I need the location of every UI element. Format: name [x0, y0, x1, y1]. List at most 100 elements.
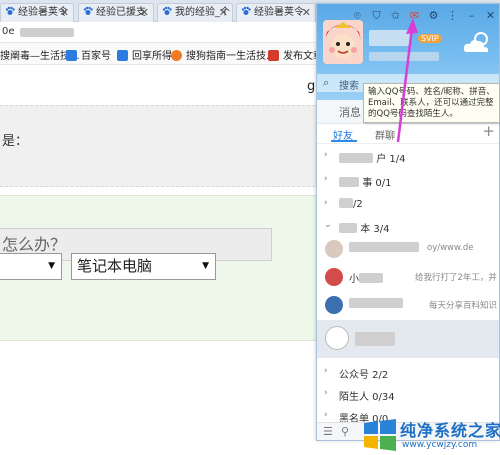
tab-label: 经验暑荚令	[254, 7, 304, 18]
watermark-url: www.ycwjzy.com	[402, 440, 478, 450]
friend-avatar	[325, 296, 343, 314]
watermark-title: 纯净系统之家	[400, 421, 500, 440]
group-name-redacted	[339, 223, 357, 233]
site-watermark: 纯净系统之家 www.ycwjzy.com	[360, 414, 500, 455]
contact-list: › 户 1/4 › 事 0/1 › /2 ⌄ 本 3/4 oy/www.de 小…	[317, 144, 499, 425]
more-icon[interactable]: ⋮	[446, 9, 459, 23]
group-count: 事 0/1	[362, 178, 392, 189]
tab-close-icon[interactable]: ✕	[60, 4, 69, 22]
friend-signature: 每天分享百科知识	[429, 301, 498, 311]
contacts-icon[interactable]: ⚲	[341, 425, 349, 438]
article-icon	[268, 50, 279, 61]
search-icon: ⌕	[323, 76, 330, 89]
group-count: 户 1/4	[376, 154, 406, 165]
mail-icon[interactable]: ✉	[408, 9, 421, 23]
browser-tab-3[interactable]: 我的经验_个 ✕	[157, 3, 233, 22]
search-placeholder: 搜索	[339, 81, 359, 92]
gray-band: 是：	[0, 105, 320, 187]
group-name-redacted	[339, 198, 353, 208]
add-icon[interactable]: +	[482, 122, 495, 140]
paw-icon	[117, 50, 128, 61]
chevron-right-icon: ›	[324, 150, 328, 160]
windows-logo-icon	[364, 419, 396, 451]
search-tooltip: 输入QQ号码、姓名/昵称、拼音、Email、联系人，还可以通过完整的QQ号码查找…	[363, 83, 500, 123]
heading-fragment: 是：	[2, 134, 29, 149]
avatar[interactable]	[323, 20, 363, 64]
nickname-redacted	[369, 30, 411, 46]
friend-name-redacted	[349, 298, 403, 308]
contact-group[interactable]: › 陌生人 0/34	[317, 384, 499, 404]
qq-main-panel: ⌾ ⛉ ✩ ✉ ⚙ ⋮ – ✕ SVIP ⌕ 搜索 消息 好友 群聊 + › 户…	[316, 3, 500, 441]
category-select-2[interactable]: 笔记本电脑 ▼	[71, 253, 216, 280]
friend-item[interactable]: 每天分享百科知识	[317, 292, 499, 320]
contact-group[interactable]: › 户 1/4	[317, 146, 499, 166]
tab-close-icon[interactable]: ✕	[219, 4, 228, 22]
group-count: /2	[353, 199, 363, 210]
bookmark-5[interactable]: 发布文章	[268, 47, 323, 62]
friend-avatar	[325, 268, 343, 286]
address-redacted	[20, 28, 74, 37]
sogou-icon	[171, 50, 182, 61]
friend-signature: oy/www.de	[427, 243, 474, 253]
browser-tab-1[interactable]: 经验暑荚令 ✕	[0, 3, 74, 22]
tab-label: 经验已援支	[96, 7, 146, 18]
address-text: 0e	[2, 26, 15, 37]
bookmark-3[interactable]: 回享所得	[117, 47, 172, 62]
group-name: 公众号 2/2	[339, 370, 389, 381]
contact-group[interactable]: › 事 0/1	[317, 170, 499, 190]
friend-avatar	[325, 240, 343, 258]
bookmark-2[interactable]: 百家号	[66, 47, 111, 62]
dropdown-arrow-icon: ▼	[202, 261, 209, 271]
friend-item[interactable]: 小 给我行打了2年工，并	[317, 264, 499, 292]
group-name: 陌生人 0/34	[339, 392, 395, 403]
chevron-down-icon: ⌄	[324, 220, 332, 230]
settings-icon[interactable]: ⚙	[427, 9, 440, 23]
browser-tab-2[interactable]: 经验已援支 ✕	[78, 3, 154, 22]
friend-signature: 给我行打了2年工，并	[415, 273, 497, 283]
friend-name-redacted	[349, 242, 419, 252]
friend-avatar	[325, 326, 349, 350]
star-icon[interactable]: ✩	[389, 9, 402, 23]
baidu-paw-icon	[5, 5, 15, 15]
contact-group[interactable]: › 公众号 2/2	[317, 362, 499, 382]
chevron-right-icon: ›	[324, 388, 328, 398]
group-name-redacted	[339, 153, 373, 163]
close-icon[interactable]: ✕	[484, 9, 497, 23]
friend-name: 小	[349, 274, 359, 285]
status-redacted	[369, 52, 439, 61]
menu-icon[interactable]: ☰	[323, 425, 333, 438]
friend-name-redacted	[359, 273, 383, 283]
contact-group[interactable]: › /2	[317, 194, 499, 214]
baidu-paw-icon	[162, 5, 172, 15]
paw-icon	[66, 50, 77, 61]
chevron-right-icon: ›	[324, 174, 328, 184]
tab-close-icon[interactable]: ✕	[140, 4, 149, 22]
select-value: 笔记本电脑	[77, 257, 153, 275]
friend-item-selected[interactable]	[317, 320, 499, 358]
qq-sub-tabs: 好友 群聊 +	[317, 122, 499, 144]
page-letter-fragment: g	[307, 79, 316, 94]
bookmark-4[interactable]: 搜狗指南一生活技...	[171, 47, 276, 62]
minimize-icon[interactable]: –	[465, 9, 478, 23]
tab-close-icon[interactable]: ✕	[302, 4, 311, 22]
svip-badge[interactable]: SVIP	[418, 34, 442, 43]
dropdown-arrow-icon: ▼	[48, 261, 55, 271]
tab-messages[interactable]: 消息	[339, 104, 361, 120]
active-tab-underline	[331, 140, 357, 142]
qq-top-toolbar: ⌾ ⛉ ✩ ✉ ⚙ ⋮ – ✕	[351, 9, 497, 23]
browser-tab-4[interactable]: 经验暑荚令 ✕	[236, 3, 316, 22]
baidu-paw-icon	[241, 5, 251, 15]
weather-icon[interactable]	[461, 30, 493, 56]
friend-item[interactable]: oy/www.de	[317, 236, 499, 264]
friend-name-redacted	[355, 332, 395, 346]
chevron-right-icon: ›	[324, 366, 328, 376]
contact-group-expanded[interactable]: ⌄ 本 3/4	[317, 216, 499, 236]
group-name-redacted	[339, 177, 359, 187]
chevron-right-icon: ›	[324, 198, 328, 208]
category-select-1[interactable]: ▼	[0, 253, 62, 280]
baidu-paw-icon	[83, 5, 93, 15]
group-count: 本 3/4	[360, 224, 390, 235]
chevron-right-icon: ›	[324, 410, 328, 420]
shirt-icon[interactable]: ⛉	[370, 9, 383, 23]
tab-groups[interactable]: 群聊	[375, 127, 395, 142]
